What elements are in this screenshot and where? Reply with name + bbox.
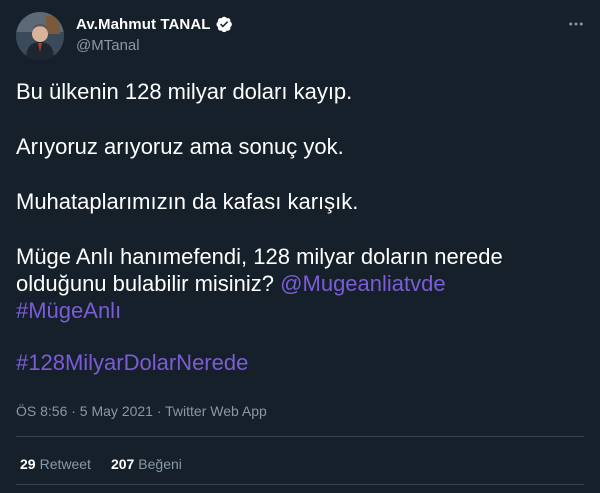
more-options-icon[interactable] [566,14,586,34]
retweet-label: Retweet [39,456,91,472]
tweet-line: Muhataplarımızın da kafası karışık. [16,189,359,214]
hashtag-link[interactable]: #128MilyarDolarNerede [16,350,248,375]
tweet-text: Bu ülkenin 128 milyar doları kayıp. Arıy… [16,78,576,376]
tweet-line-text: olduğunu bulabilir misiniz? [16,271,275,296]
like-stat[interactable]: 207 Beğeni [111,456,182,472]
like-label: Beğeni [138,456,182,472]
like-count: 207 [110,456,135,472]
tweet-card: Av.Mahmut TANAL @MTanal Bu ülkenin 128 m… [0,0,600,493]
tweet-line: #128MilyarDolarNerede [16,349,576,376]
retweet-stat[interactable]: 29 Retweet [20,456,91,472]
verified-badge-icon [215,15,233,33]
hashtag-link[interactable]: #MügeAnlı [16,298,121,323]
author-handle[interactable]: @MTanal [76,37,140,54]
mention-link[interactable]: @Mugeanliatvde [280,271,445,296]
divider [16,436,584,437]
retweet-count: 29 [20,456,36,472]
avatar[interactable] [16,12,64,60]
tweet-line: Bu ülkenin 128 milyar doları kayıp. [16,79,353,104]
tweet-line: Müge Anlı hanımefendi, 128 milyar doları… [16,243,576,324]
divider [16,484,584,485]
author-name-row[interactable]: Av.Mahmut TANAL [76,15,233,33]
tweet-line-text: Müge Anlı hanımefendi, 128 milyar doları… [16,244,503,269]
tweet-line: Arıyoruz arıyoruz ama sonuç yok. [16,134,344,159]
tweet-timestamp[interactable]: ÖS 8:56 · 5 May 2021 · Twitter Web App [16,403,267,419]
author-display-name[interactable]: Av.Mahmut TANAL [76,16,211,33]
tweet-stats: 29 Retweet 207 Beğeni [20,456,182,472]
